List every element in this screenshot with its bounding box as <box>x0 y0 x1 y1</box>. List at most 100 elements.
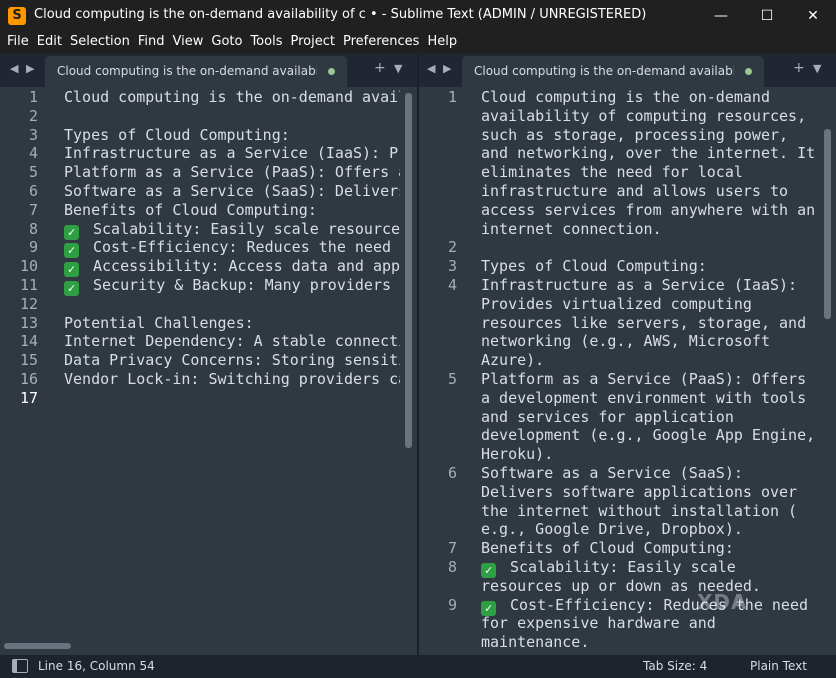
left-gutter: 1 2 3 4 5 6 7 8 9 10 11 12 13 14 15 16 17 <box>0 87 60 655</box>
line-text: Azure). <box>481 351 545 370</box>
new-tab-plus-icon[interactable]: + <box>793 60 805 76</box>
left-tab-bar: ◀ ▶ Cloud computing is the on-demand ava… <box>0 53 417 87</box>
menu-view[interactable]: View <box>169 32 208 52</box>
line-text: resources like servers, storage, and <box>481 313 807 332</box>
wrapped-code-row: resources like servers, storage, and <box>481 314 806 333</box>
check-mark-icon: ✓ <box>64 262 79 278</box>
new-tab-plus-icon[interactable]: + <box>374 60 386 76</box>
line-text: Infrastructure as a Service (IaaS): <box>481 276 798 294</box>
menu-find[interactable]: Find <box>134 32 169 52</box>
line-text: Platform as a Service (PaaS): Offers <box>481 370 807 388</box>
wrapped-code-row: Infrastructure as a Service (IaaS): <box>481 276 797 295</box>
line-number: 2 <box>28 106 38 125</box>
right-editor-tab[interactable]: Cloud computing is the on-demand availab… <box>462 56 764 87</box>
menu-goto[interactable]: Goto <box>207 32 246 52</box>
wrapped-code-row: development (e.g., Google App Engine, <box>481 426 815 445</box>
menu-tools[interactable]: Tools <box>246 32 286 52</box>
wrapped-code-row: and networking, over the internet. It <box>481 144 815 163</box>
code-line: ✓ Cost-Efficiency: Reduces the need fo <box>64 238 400 259</box>
line-text: Provides virtualized computing <box>481 294 752 313</box>
menu-help[interactable]: Help <box>423 32 461 52</box>
line-number: 11 <box>19 276 38 294</box>
cursor-position[interactable]: Line 16, Column 54 <box>38 659 155 673</box>
close-button[interactable]: ✕ <box>790 0 836 32</box>
line-text: internet connection. <box>481 219 662 238</box>
menu-file[interactable]: File <box>3 32 33 52</box>
menu-selection[interactable]: Selection <box>66 32 134 52</box>
wrapped-code-row: internet connection. <box>481 220 662 239</box>
xda-watermark: XDA <box>697 590 748 614</box>
wrapped-code-row: a development environment with tools <box>481 389 806 408</box>
wrapped-code-row: eliminates the need for local <box>481 163 743 182</box>
minimize-button[interactable]: — <box>698 0 744 32</box>
tab-nav-arrows-icon[interactable]: ◀ ▶ <box>427 62 453 75</box>
line-text: Scalability: Easily scale <box>510 558 736 576</box>
tab-label: Cloud computing is the on-demand availab… <box>57 64 317 78</box>
left-editor[interactable]: 1 2 3 4 5 6 7 8 9 10 11 12 13 14 15 16 17 Cloud computin… <box>0 87 417 655</box>
wrapped-code-row: Platform as a Service (PaaS): Offers <box>481 370 806 389</box>
line-text: Delivers software applications over <box>481 482 798 501</box>
line-number: 7 <box>28 200 38 219</box>
line-number: 2 <box>447 238 457 257</box>
menu-preferences[interactable]: Preferences <box>339 32 423 52</box>
tab-nav-arrows-icon[interactable]: ◀ ▶ <box>10 62 36 75</box>
tab-dropdown-icon[interactable]: ▼ <box>394 62 402 75</box>
wrapped-code-row: Provides virtualized computing <box>481 295 752 314</box>
line-text: eliminates the need for local <box>481 163 743 182</box>
line-text: such as storage, processing power, <box>481 125 789 144</box>
check-mark-icon: ✓ <box>481 563 496 578</box>
line-text: Cost-Efficiency: Reduces the need <box>510 595 809 614</box>
wrapped-code-row: maintenance. <box>481 633 589 652</box>
tab-size[interactable]: Tab Size: 4 <box>643 659 707 673</box>
line-text: Vendor Lock-in: Switching providers can <box>64 370 400 388</box>
wrapped-code-row: Heroku). <box>481 445 553 464</box>
code-line: Types of Cloud Computing: <box>64 126 290 145</box>
menu-edit[interactable]: Edit <box>33 32 66 52</box>
left-horizontal-scrollbar[interactable] <box>4 643 71 649</box>
code-line: Infrastructure as a Service (IaaS): Pro <box>64 144 400 163</box>
code-line: Platform as a Service (PaaS): Offers a <box>64 163 400 182</box>
code-line: Potential Challenges: <box>64 314 254 333</box>
line-text: Software as a Service (SaaS): Delivers <box>64 182 400 200</box>
right-code-area[interactable]: Cloud computing is the on-demand availabi… <box>481 87 821 655</box>
line-text: the internet without installation ( <box>481 501 798 520</box>
maximize-button[interactable]: ☐ <box>744 0 790 32</box>
code-line: Vendor Lock-in: Switching providers can <box>64 370 400 389</box>
wrapped-code-row: networking (e.g., AWS, Microsoft <box>481 332 770 351</box>
line-number: 5 <box>447 370 457 388</box>
line-text: e.g., Google Drive, Dropbox). <box>481 520 743 539</box>
line-number: 1 <box>447 88 457 106</box>
line-text: Accessibility: Access data and appli <box>93 257 400 276</box>
menu-project[interactable]: Project <box>286 32 338 52</box>
line-number: 16 <box>19 370 38 388</box>
status-bar: Line 16, Column 54 Tab Size: 4 Plain Tex… <box>0 655 836 678</box>
line-number: 3 <box>447 257 457 276</box>
tab-label: Cloud computing is the on-demand availab… <box>474 64 734 78</box>
line-number: 17 <box>19 388 38 407</box>
line-text: Infrastructure as a Service (IaaS): Pro <box>64 144 400 163</box>
check-mark-icon: ✓ <box>64 243 79 259</box>
menu-bar: File Edit Selection Find View Goto Tools Projec… <box>0 32 836 53</box>
tab-dropdown-icon[interactable]: ▼ <box>813 62 821 75</box>
right-vertical-scrollbar[interactable] <box>824 129 831 319</box>
wrapped-code-row: Azure). <box>481 351 544 370</box>
left-vertical-scrollbar[interactable] <box>405 93 412 448</box>
line-number: 6 <box>28 182 38 200</box>
check-mark-icon: ✓ <box>64 281 79 296</box>
line-number: 7 <box>447 539 457 558</box>
wrapped-code-row: Benefits of Cloud Computing: <box>481 539 734 558</box>
line-text: for expensive hardware and <box>481 614 716 633</box>
left-code-area[interactable]: Cloud computing is the on-demand availab… <box>64 87 400 655</box>
wrapped-code-row: availability of computing resources, <box>481 107 806 126</box>
side-panel-toggle-icon[interactable] <box>12 659 28 673</box>
right-editor[interactable]: 1 234 5 6 78 9 Cloud computing is the on-dema… <box>419 87 836 655</box>
check-mark-icon: ✓ <box>481 600 496 616</box>
wrapped-code-row: Delivers software applications over <box>481 483 797 502</box>
code-line: Data Privacy Concerns: Storing sensitive <box>64 351 400 370</box>
line-number: 14 <box>19 332 38 351</box>
left-editor-tab[interactable]: Cloud computing is the on-demand availab… <box>45 56 347 87</box>
line-number: 9 <box>447 595 457 614</box>
syntax-mode[interactable]: Plain Text <box>750 659 807 673</box>
line-text: availability of computing resources, <box>481 106 807 125</box>
code-line: Benefits of Cloud Computing: <box>64 201 317 220</box>
